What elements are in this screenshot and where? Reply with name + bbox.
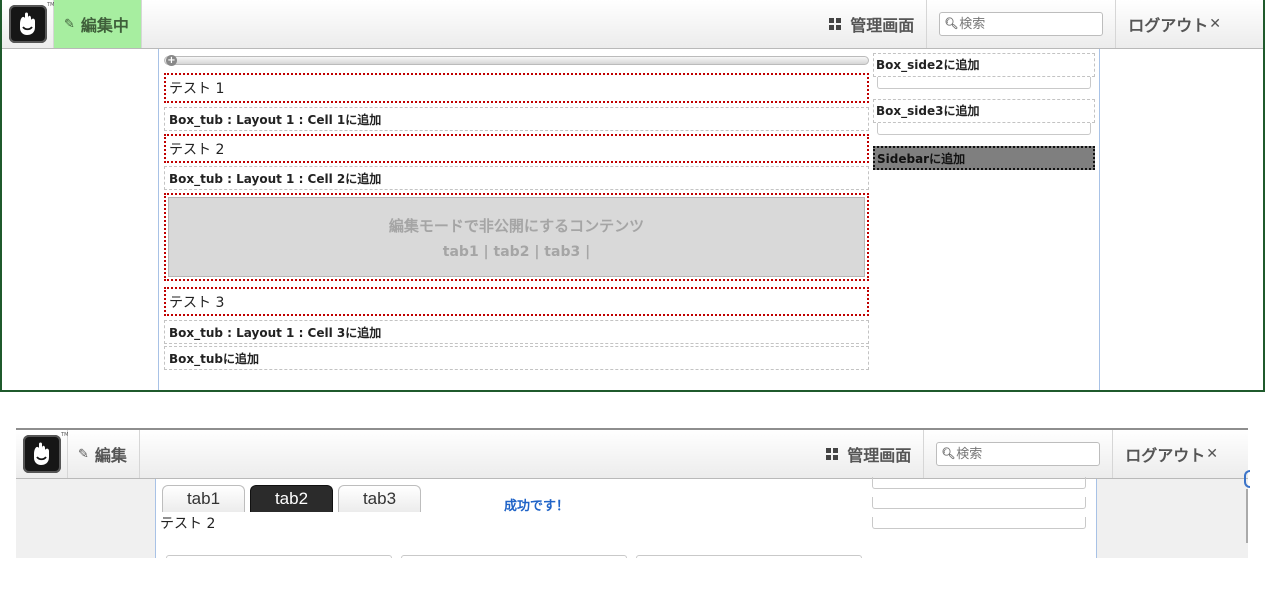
tab-label: tab2	[274, 489, 309, 508]
add-area-cell1[interactable]: Box_tub : Layout 1 : Cell 1に追加	[164, 107, 869, 131]
logo[interactable]: TM	[16, 430, 69, 478]
logout-label: ログアウト	[1125, 446, 1206, 465]
area-label: Box_tub : Layout 1 : Cell 2に追加	[169, 171, 382, 186]
card-edge	[401, 555, 627, 558]
area-label: Sidebarに追加	[877, 151, 966, 166]
area-label: Box_side3に追加	[876, 104, 980, 118]
cms-toolbar: TM ✎ 編集中 管理画面 🔍︎ ログアウト ✕	[2, 0, 1263, 49]
block-text: テスト 3	[169, 294, 225, 311]
window-edge-highlight	[1244, 470, 1250, 488]
add-area-sidebar[interactable]: Sidebarに追加	[873, 146, 1095, 170]
tab-3[interactable]: tab3	[338, 485, 421, 512]
view-mode-screenshot: TM ✎ 編集 管理画面 🔍︎ ログアウト ✕ tab1 tab2 tab3	[16, 428, 1250, 558]
card-edge	[166, 555, 392, 558]
page-content: + テスト 1 Box_tub : Layout 1 : Cell 1に追加 テ…	[158, 49, 1100, 390]
edit-button[interactable]: ✎ 編集	[68, 430, 140, 478]
area-label: Box_tub : Layout 1 : Cell 3に追加	[169, 325, 382, 340]
side-block-edge	[872, 517, 1086, 529]
tab-content-text: テスト 2	[160, 516, 216, 532]
page-content: tab1 tab2 tab3 成功です！ テスト 2	[155, 477, 1097, 558]
tab-bar: tab1 tab2 tab3	[162, 485, 421, 512]
add-area-box-tub[interactable]: Box_tubに追加	[164, 346, 869, 370]
content-block-test2[interactable]: テスト 2	[164, 134, 869, 163]
area-label: Box_side2に追加	[876, 58, 980, 72]
cms-toolbar: TM ✎ 編集 管理画面 🔍︎ ログアウト ✕	[16, 428, 1248, 479]
horizontal-scrollbar[interactable]: +	[164, 55, 869, 66]
edit-label: 編集	[94, 446, 127, 465]
tab-2[interactable]: tab2	[250, 485, 333, 512]
area-label: Box_tub : Layout 1 : Cell 1に追加	[169, 112, 382, 127]
logout-label: ログアウト	[1128, 16, 1209, 35]
card-edge	[636, 555, 862, 558]
edit-mode-button[interactable]: ✎ 編集中	[54, 0, 142, 48]
search-container: 🔍︎	[923, 430, 1112, 478]
tab-label: tab3	[362, 489, 397, 508]
logout-button[interactable]: ログアウト ✕	[1115, 0, 1263, 48]
tab-label: tab1	[186, 489, 221, 508]
plus-icon[interactable]: +	[166, 55, 177, 66]
trademark-mark: TM	[47, 2, 55, 8]
search-input[interactable]	[936, 442, 1101, 466]
content-block-test1[interactable]: テスト 1	[164, 73, 869, 103]
tab-1[interactable]: tab1	[162, 485, 245, 512]
add-area-cell2[interactable]: Box_tub : Layout 1 : Cell 2に追加	[164, 166, 869, 190]
hidden-content-block[interactable]: 編集モードで非公開にするコンテンツ tab1 | tab2 | tab3 |	[164, 193, 869, 281]
edit-mode-screenshot: TM ✎ 編集中 管理画面 🔍︎ ログアウト ✕ + テスト 1	[0, 0, 1265, 392]
area-label: Box_tubに追加	[169, 351, 260, 366]
grid-icon	[826, 448, 839, 460]
pencil-icon: ✎	[64, 16, 75, 32]
side-block-edge	[872, 477, 1086, 489]
add-area-box-side2[interactable]: Box_side2に追加	[873, 53, 1095, 89]
bottom-blocks	[166, 555, 862, 558]
side-block-edge	[877, 77, 1091, 89]
close-icon: ✕	[1209, 16, 1221, 32]
concrete5-logo-icon: TM	[22, 432, 69, 473]
dashboard-button[interactable]: 管理画面	[814, 430, 923, 478]
side-block-edge	[872, 497, 1086, 509]
side-block-edge	[877, 123, 1091, 135]
trademark-mark: TM	[61, 432, 69, 438]
hidden-content-placeholder: 編集モードで非公開にするコンテンツ tab1 | tab2 | tab3 |	[168, 197, 865, 277]
dashboard-label: 管理画面	[850, 16, 915, 35]
hidden-content-tabs: tab1 | tab2 | tab3 |	[442, 243, 591, 260]
pencil-icon: ✎	[78, 446, 89, 462]
search-icon: 🔍︎	[944, 17, 959, 30]
content-block-test3[interactable]: テスト 3	[164, 287, 869, 316]
add-area-box-side3[interactable]: Box_side3に追加	[873, 99, 1095, 135]
hidden-content-title: 編集モードで非公開にするコンテンツ	[388, 216, 645, 235]
logout-button[interactable]: ログアウト ✕	[1112, 430, 1248, 478]
block-text: テスト 2	[169, 141, 225, 158]
success-message: 成功です！	[504, 499, 570, 514]
add-area-cell3[interactable]: Box_tub : Layout 1 : Cell 3に追加	[164, 320, 869, 344]
search-container: 🔍︎	[926, 0, 1115, 48]
dashboard-button[interactable]: 管理画面	[817, 0, 926, 48]
search-input[interactable]	[939, 12, 1104, 36]
logo[interactable]: TM	[2, 0, 55, 48]
concrete5-logo-icon: TM	[8, 2, 55, 43]
grid-icon	[829, 18, 842, 30]
window-edge	[1246, 489, 1249, 543]
block-text: テスト 1	[169, 81, 225, 97]
search-icon: 🔍︎	[941, 447, 956, 460]
close-icon: ✕	[1206, 446, 1218, 462]
dashboard-label: 管理画面	[847, 446, 912, 465]
edit-mode-label: 編集中	[80, 16, 129, 35]
